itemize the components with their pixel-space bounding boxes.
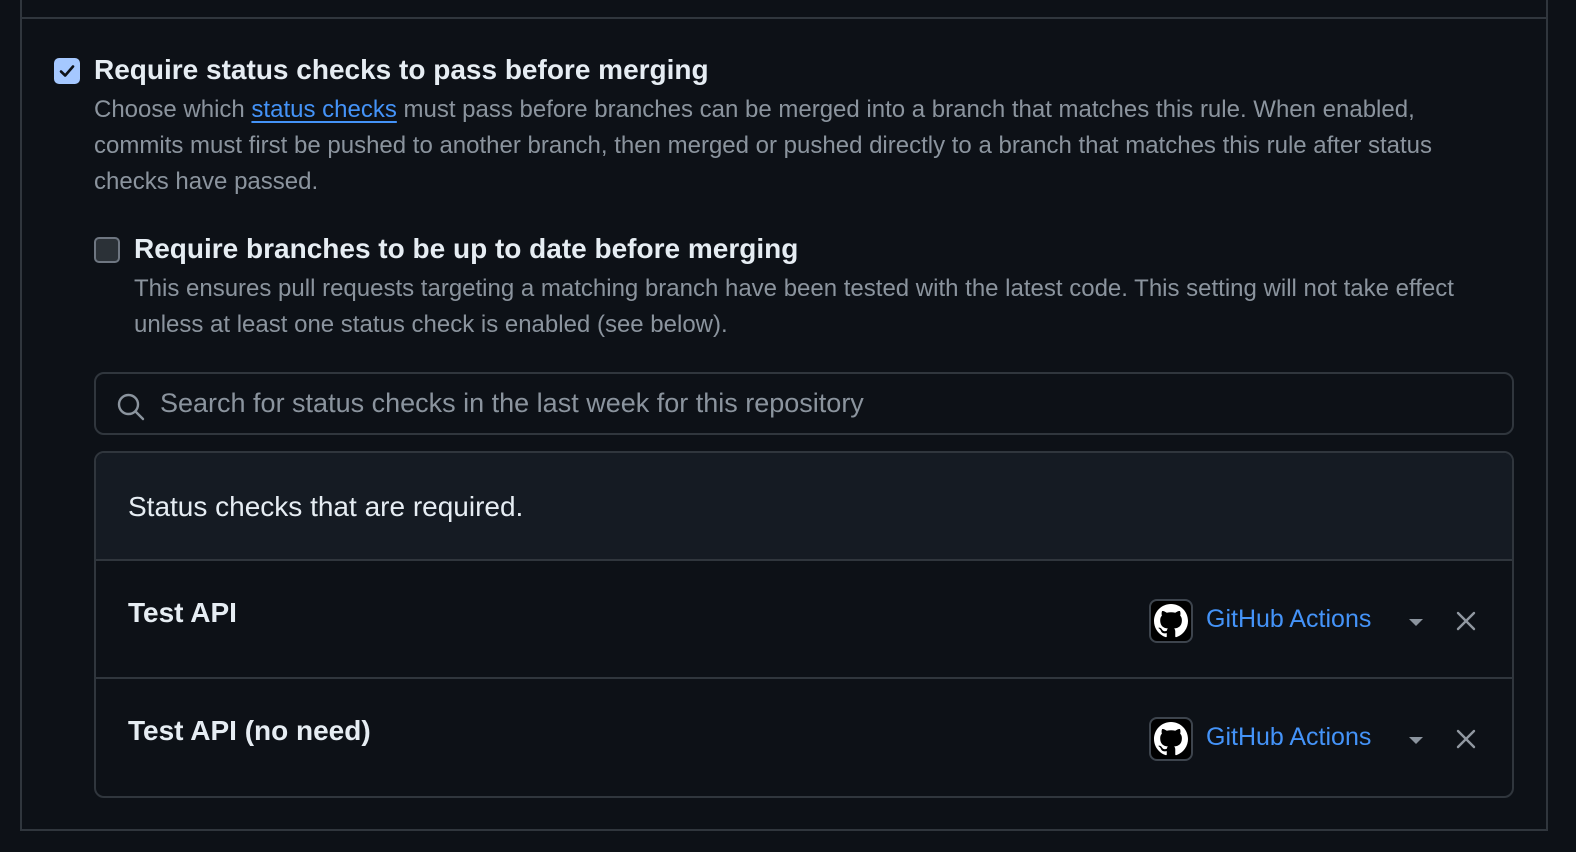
status-check-name: Test API: [128, 597, 237, 628]
require-up-to-date-label[interactable]: Require branches to be up to date before…: [134, 233, 798, 265]
github-actions-link[interactable]: GitHub Actions: [1206, 723, 1371, 752]
list-header-title: Status checks that are required.: [128, 491, 524, 522]
status-check-name: Test API (no need): [128, 715, 371, 746]
require-up-to-date-description: This ensures pull requests targeting a m…: [134, 275, 1454, 338]
github-actions-link[interactable]: GitHub Actions: [1206, 605, 1371, 634]
close-icon[interactable]: [1452, 607, 1480, 635]
chevron-down-icon[interactable]: [1406, 615, 1426, 631]
status-checks-search: [94, 372, 1514, 435]
require-status-checks-description: Choose which status checks must pass bef…: [94, 92, 1504, 200]
require-status-checks-label[interactable]: Require status checks to pass before mer…: [94, 54, 709, 86]
list-header: Status checks that are required.: [96, 453, 1512, 561]
require-up-to-date-checkbox[interactable]: [94, 237, 120, 263]
github-logo-icon: [1149, 717, 1193, 761]
require-status-checks-checkbox[interactable]: [54, 58, 80, 84]
close-icon[interactable]: [1452, 725, 1480, 753]
status-check-row: Test API (no need) GitHub Actions: [96, 679, 1512, 796]
status-check-row: Test API GitHub Actions: [96, 561, 1512, 679]
status-checks-link[interactable]: status checks: [251, 96, 396, 123]
search-input[interactable]: [160, 374, 1500, 433]
checkmark-icon: [59, 65, 75, 77]
search-icon: [117, 393, 145, 421]
required-status-checks-list: Status checks that are required. Test AP…: [94, 451, 1514, 798]
description-text: Choose which: [94, 96, 252, 123]
chevron-down-icon[interactable]: [1406, 733, 1426, 749]
github-logo-icon: [1149, 599, 1193, 643]
